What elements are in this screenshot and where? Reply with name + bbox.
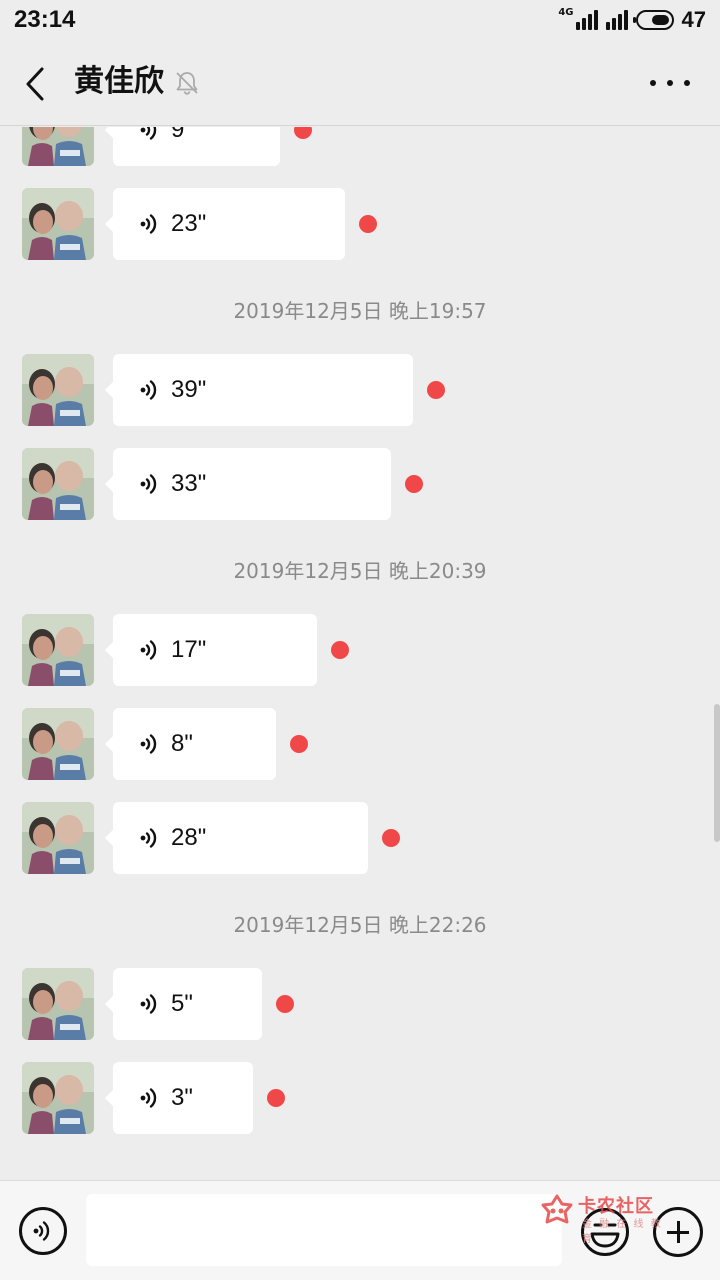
unread-dot — [290, 735, 308, 753]
chevron-left-icon — [26, 67, 44, 101]
watermark-subtitle: 金 融 在 线 教 育 — [582, 1219, 663, 1245]
voice-message-row: 8" — [0, 708, 720, 780]
voice-message-row: 23" — [0, 188, 720, 260]
voice-wave-icon — [140, 1088, 157, 1108]
voice-message-row: 39" — [0, 354, 720, 426]
unread-dot — [331, 641, 349, 659]
avatar[interactable] — [22, 968, 94, 1040]
avatar[interactable] — [22, 354, 94, 426]
unread-dot — [276, 995, 294, 1013]
avatar[interactable] — [22, 1062, 94, 1134]
status-time: 23:14 — [14, 6, 76, 33]
voice-message-row: 3" — [0, 1062, 720, 1134]
message-list[interactable]: 9" 23" 2019年12月5日 晚上19:57 39" 33" 2019年1… — [0, 127, 720, 1179]
unread-dot — [359, 215, 377, 233]
voice-mode-button[interactable] — [19, 1207, 67, 1255]
avatar[interactable] — [22, 188, 94, 260]
voice-wave-icon — [140, 640, 157, 660]
avatar[interactable] — [22, 708, 94, 780]
chat-header: 黄佳欣 — [0, 40, 720, 126]
voice-message-row: 17" — [0, 614, 720, 686]
avatar[interactable] — [22, 448, 94, 520]
voice-message-row: 9" — [0, 127, 720, 166]
voice-message-row: 5" — [0, 968, 720, 1040]
unread-dot — [427, 381, 445, 399]
unread-dot — [405, 475, 423, 493]
voice-duration: 3" — [171, 1084, 193, 1111]
unread-dot — [294, 127, 312, 139]
unread-dot — [382, 829, 400, 847]
chat-title[interactable]: 黄佳欣 — [74, 62, 164, 102]
voice-wave-icon — [140, 828, 157, 848]
voice-message-bubble[interactable]: 5" — [105, 968, 262, 1040]
voice-duration: 28" — [171, 824, 207, 851]
voice-message-row: 28" — [0, 802, 720, 874]
timestamp-separator: 2019年12月5日 晚上22:26 — [233, 913, 487, 937]
status-bar: 23:14 4G 47 — [0, 0, 720, 40]
back-button[interactable] — [18, 62, 52, 106]
unread-dot — [267, 1089, 285, 1107]
voice-duration: 17" — [171, 636, 207, 663]
voice-wave-icon — [140, 994, 157, 1014]
voice-wave-icon — [140, 214, 157, 234]
avatar[interactable] — [22, 802, 94, 874]
timestamp-separator: 2019年12月5日 晚上20:39 — [233, 559, 487, 583]
status-indicators: 4G 47 — [558, 6, 706, 34]
voice-message-bubble[interactable]: 3" — [105, 1062, 253, 1134]
voice-message-bubble[interactable]: 17" — [105, 614, 317, 686]
more-options-button[interactable] — [650, 70, 690, 96]
avatar[interactable] — [22, 614, 94, 686]
voice-message-row: 33" — [0, 448, 720, 520]
voice-message-bubble[interactable]: 28" — [105, 802, 368, 874]
battery-level: 47 — [681, 7, 706, 32]
voice-duration: 23" — [171, 210, 207, 237]
voice-message-bubble[interactable]: 39" — [105, 354, 413, 426]
voice-duration: 5" — [171, 990, 193, 1017]
signal-1-icon — [575, 10, 598, 30]
voice-duration: 8" — [171, 730, 193, 757]
watermark-logo: 卡农社区 金 融 在 线 教 育 — [540, 1192, 664, 1245]
voice-duration: 33" — [171, 470, 207, 497]
voice-message-bubble[interactable]: 9" — [105, 127, 280, 166]
battery-icon — [632, 10, 674, 30]
message-input[interactable] — [86, 1194, 562, 1266]
timestamp-separator: 2019年12月5日 晚上19:57 — [233, 299, 487, 323]
watermark-emblem-icon — [541, 1194, 573, 1224]
avatar[interactable] — [22, 127, 94, 166]
voice-mode-icon — [33, 1221, 50, 1241]
signal-2-icon — [605, 10, 628, 30]
voice-message-bubble[interactable]: 23" — [105, 188, 345, 260]
voice-duration: 39" — [171, 376, 207, 403]
more-dots-icon — [650, 80, 656, 86]
bell-off-icon — [176, 72, 198, 95]
voice-wave-icon — [140, 127, 157, 140]
scrollbar-thumb[interactable] — [714, 704, 720, 842]
voice-message-bubble[interactable]: 33" — [105, 448, 391, 520]
voice-wave-icon — [140, 734, 157, 754]
network-type: 4G — [558, 6, 574, 18]
voice-wave-icon — [140, 474, 157, 494]
voice-wave-icon — [140, 380, 157, 400]
voice-message-bubble[interactable]: 8" — [105, 708, 276, 780]
voice-duration: 9" — [171, 127, 193, 143]
